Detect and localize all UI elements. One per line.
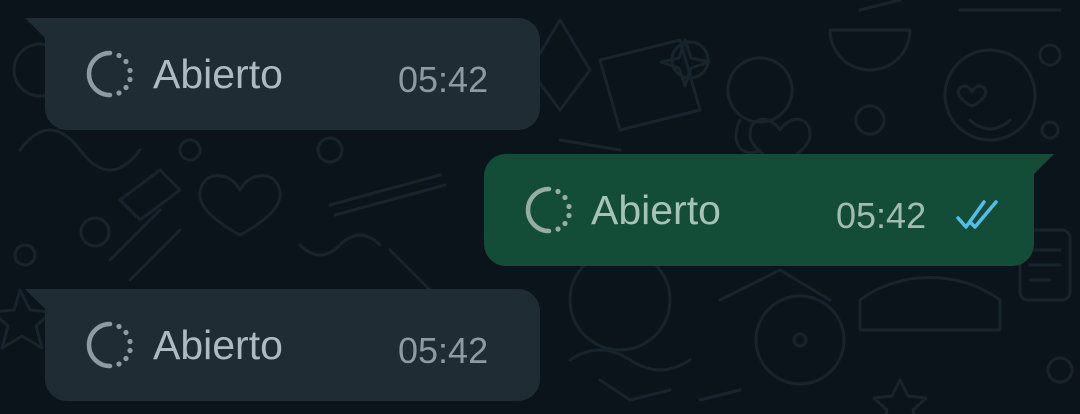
message-text: Abierto <box>591 187 721 233</box>
incoming-message-bubble[interactable]: Abierto 05:42 <box>25 18 540 130</box>
bubble-tail <box>25 289 47 311</box>
status-ring-icon <box>86 321 133 369</box>
message-time: 05:42 <box>836 195 927 236</box>
incoming-message-bubble[interactable]: Abierto 05:42 <box>25 289 540 401</box>
bubble-tail <box>25 18 47 40</box>
message-text: Abierto <box>153 322 283 368</box>
message-text: Abierto <box>153 51 283 97</box>
message-time: 05:42 <box>398 59 489 100</box>
bubble-tail <box>1032 154 1054 176</box>
outgoing-message-bubble[interactable]: Abierto 05:42 <box>484 154 1054 266</box>
double-check-read-icon <box>956 200 998 229</box>
message-time: 05:42 <box>398 330 489 371</box>
status-ring-icon <box>86 50 133 98</box>
status-ring-icon <box>525 186 572 234</box>
